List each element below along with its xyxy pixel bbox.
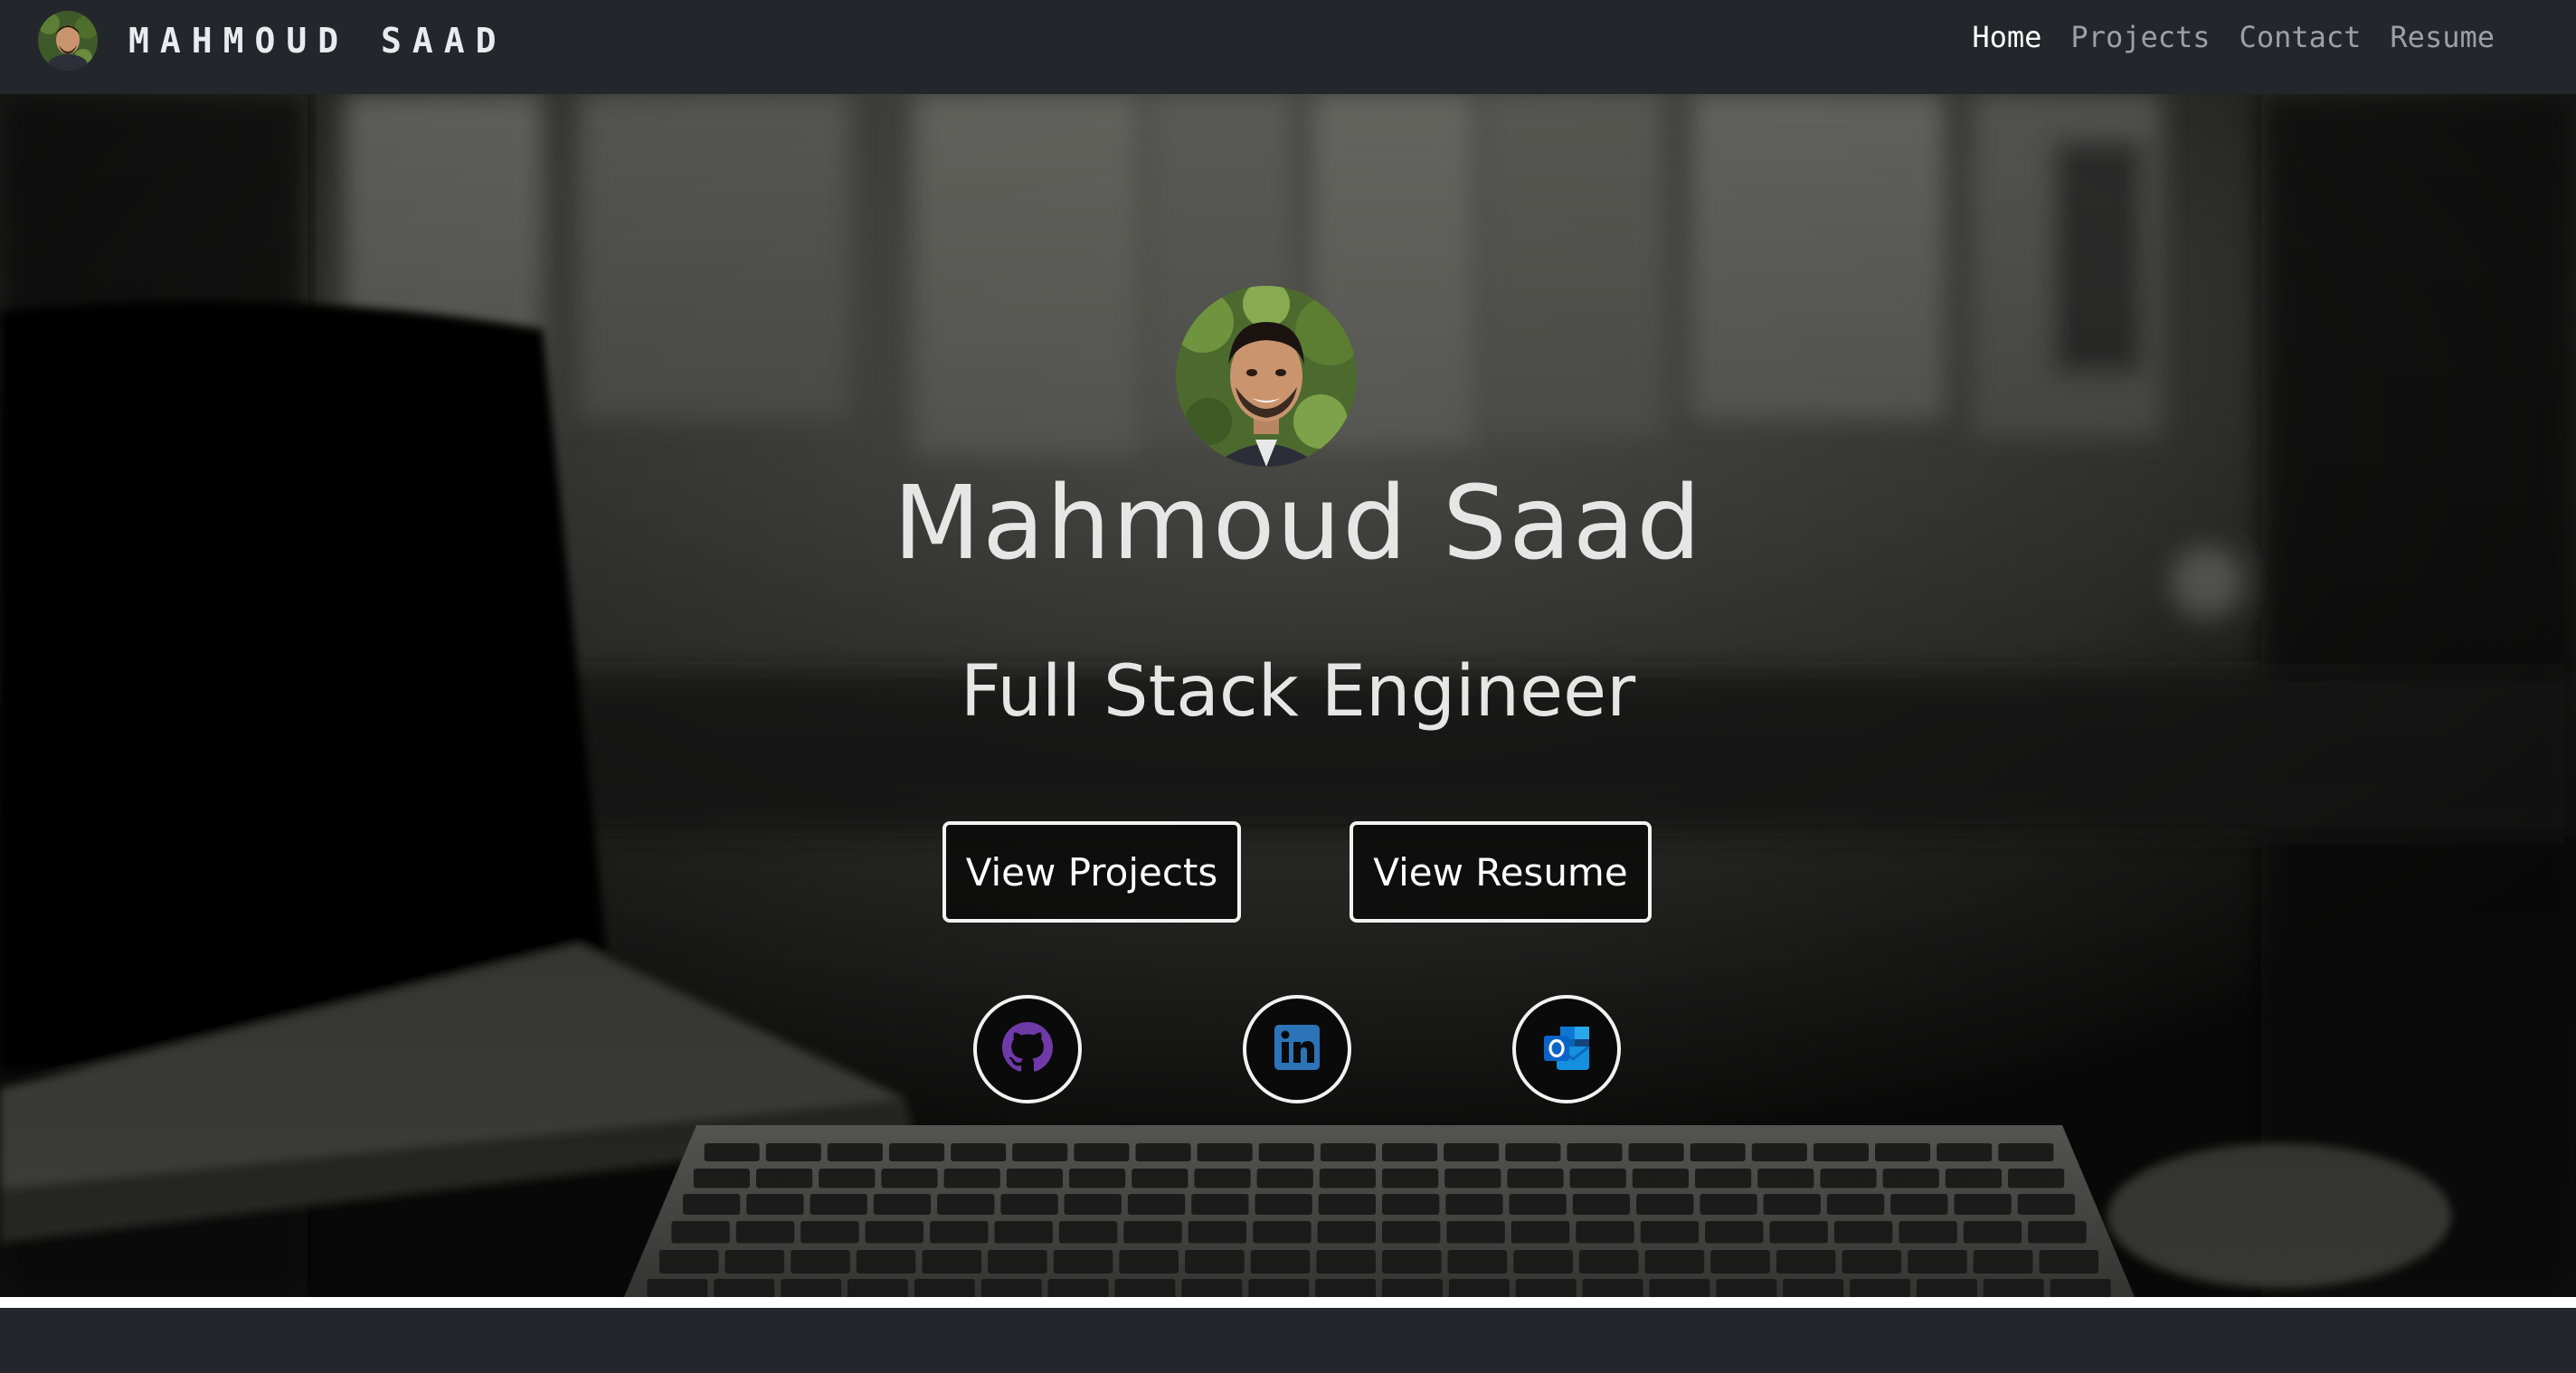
footer xyxy=(0,1308,2576,1373)
nav-contact-link[interactable]: Contact xyxy=(2240,20,2362,54)
view-projects-button[interactable]: View Projects xyxy=(942,821,1241,923)
hero-name: Mahmoud Saad xyxy=(893,465,1703,582)
brand-name: MAHMOUD SAAD xyxy=(128,21,507,61)
linkedin-link[interactable] xyxy=(1243,995,1351,1103)
nav-projects-link[interactable]: Projects xyxy=(2070,20,2210,54)
github-link[interactable] xyxy=(973,995,1082,1103)
linkedin-icon xyxy=(1274,1025,1320,1074)
hero-title: Full Stack Engineer xyxy=(960,651,1636,733)
hero-content: Mahmoud Saad Full Stack Engineer View Pr… xyxy=(0,94,2576,1297)
nav-resume-link[interactable]: Resume xyxy=(2390,20,2495,54)
outlook-link[interactable] xyxy=(1512,995,1621,1103)
nav-home-link[interactable]: Home xyxy=(1972,20,2041,54)
brand-link[interactable]: MAHMOUD SAAD xyxy=(38,11,507,71)
section-divider xyxy=(0,1297,2576,1308)
outlook-icon xyxy=(1540,1021,1593,1077)
view-resume-button[interactable]: View Resume xyxy=(1350,821,1652,923)
navbar: MAHMOUD SAAD Home Projects Contact Resum… xyxy=(0,0,2576,94)
hero-section: Mahmoud Saad Full Stack Engineer View Pr… xyxy=(0,94,2576,1297)
nav-links: Home Projects Contact Resume xyxy=(1972,20,2495,54)
github-icon xyxy=(1002,1022,1053,1076)
profile-avatar xyxy=(1176,286,1357,467)
brand-avatar xyxy=(38,11,98,71)
